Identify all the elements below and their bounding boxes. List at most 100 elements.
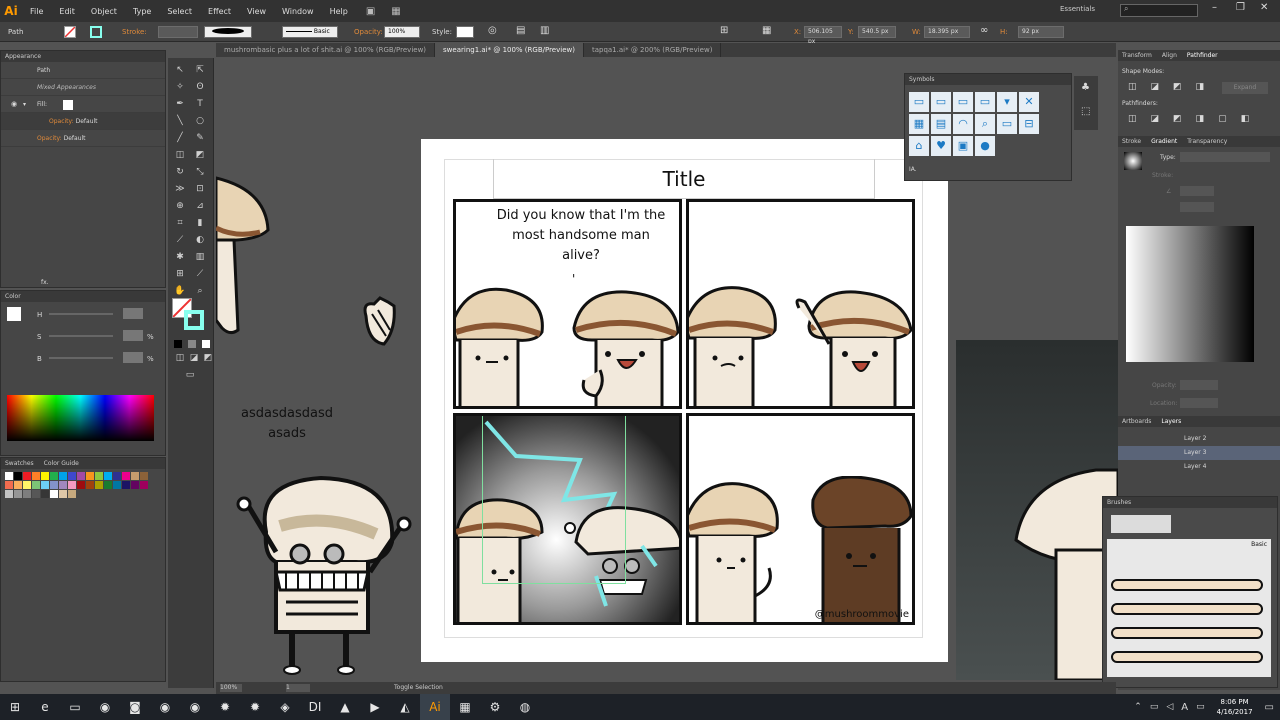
fill-none-swatch[interactable] (62, 99, 73, 110)
object-opacity-row[interactable]: Opacity: Default (1, 130, 165, 147)
swatch[interactable] (113, 472, 121, 480)
banner-symbol-icon[interactable]: ▭ (997, 114, 1017, 134)
unite-icon[interactable]: ◫ (1128, 82, 1137, 92)
magic-wand-tool-icon[interactable]: ✧ (172, 81, 188, 94)
minimize-icon[interactable]: – (1212, 2, 1217, 13)
type-tool-icon[interactable]: T (192, 98, 208, 111)
swatch[interactable] (59, 481, 67, 489)
blend-tool-icon[interactable]: ◐ (192, 234, 208, 247)
menu-window[interactable]: Window (274, 7, 322, 16)
brush-preset-strip[interactable] (1111, 515, 1171, 533)
asset-export-icon[interactable]: ⬚ (1081, 106, 1090, 117)
swatch[interactable] (59, 490, 67, 498)
color-fill-swatch[interactable] (7, 307, 21, 321)
blender-icon[interactable]: ✹ (210, 694, 240, 720)
menu-object[interactable]: Object (83, 7, 125, 16)
link-proportions-icon[interactable]: ∞ (980, 25, 988, 36)
clubs-icon[interactable]: ♣ (1081, 82, 1090, 93)
layer-row-3[interactable]: Layer 3 (1118, 446, 1280, 460)
menu-select[interactable]: Select (159, 7, 200, 16)
merge-icon[interactable]: ◩ (1173, 114, 1182, 124)
pencil-tool-icon[interactable]: ✎ (192, 132, 208, 145)
tab-stroke[interactable]: Stroke (1122, 136, 1141, 147)
exclude-icon[interactable]: ◨ (1196, 82, 1205, 92)
trim-icon[interactable]: ◪ (1151, 114, 1160, 124)
swatch[interactable] (23, 490, 31, 498)
column-graph-tool-icon[interactable]: ▥ (192, 251, 208, 264)
swatches-tab[interactable]: Swatches (5, 458, 34, 469)
close-symbol-icon[interactable]: ✕ (1019, 92, 1039, 112)
swatch[interactable] (14, 472, 22, 480)
swatch[interactable] (50, 481, 58, 489)
y-field[interactable]: 540.5 px (858, 26, 896, 38)
comic-panel-3[interactable] (453, 413, 682, 625)
tray-chevron-icon[interactable]: ⌃ (1134, 702, 1142, 712)
tab-transform[interactable]: Transform (1122, 50, 1152, 61)
comic-credit[interactable]: @mushroommovie (815, 609, 909, 620)
swatch[interactable] (41, 490, 49, 498)
symbols-panel-title[interactable]: Symbols (909, 74, 934, 85)
menu-effect[interactable]: Effect (200, 7, 239, 16)
help-search-input[interactable] (1120, 4, 1198, 17)
clock[interactable]: 8:06 PM 4/16/2017 (1217, 697, 1253, 717)
stroke-swatch[interactable] (90, 26, 102, 38)
swatch[interactable] (50, 490, 58, 498)
selection-bounding-box[interactable] (482, 416, 626, 584)
app-icon-6[interactable]: ◍ (510, 694, 540, 720)
basic-brush-label[interactable]: Basic (1251, 541, 1267, 548)
swatch[interactable] (41, 472, 49, 480)
comic-title[interactable]: Title (493, 159, 875, 199)
appearance-panel-title[interactable]: Appearance (5, 51, 41, 62)
brushes-panel-title[interactable]: Brushes (1107, 497, 1131, 508)
close-icon[interactable]: ✕ (1260, 2, 1268, 13)
magnifier-symbol-icon[interactable]: ⌕ (975, 114, 995, 134)
fill-row[interactable]: ◉ ▾ Fill: (1, 96, 165, 113)
tab-align[interactable]: Align (1162, 50, 1177, 61)
mushroom-symbol-icon[interactable]: ● (975, 136, 995, 156)
calculator-icon[interactable]: ▦ (450, 694, 480, 720)
tab-transparency[interactable]: Transparency (1187, 136, 1227, 147)
app-icon-3[interactable]: DI (300, 694, 330, 720)
mesh-tool-icon[interactable]: ⌗ (172, 217, 188, 230)
swatch[interactable] (77, 472, 85, 480)
variable-width-profile[interactable] (204, 26, 252, 38)
brush-stroke-4[interactable] (1111, 651, 1263, 663)
tab-tapqa1[interactable]: tapqa1.ai* @ 200% (RGB/Preview) (584, 43, 722, 57)
comic-panel-2[interactable] (686, 199, 915, 409)
width-field[interactable]: 18.395 px (924, 26, 970, 38)
slice-tool-icon[interactable]: ⟋ (192, 268, 208, 281)
gradient-angle-field[interactable] (1180, 186, 1214, 196)
workspace-switcher[interactable]: Essentials (1060, 5, 1095, 13)
symbol-sprayer-tool-icon[interactable]: ✱ (172, 251, 188, 264)
swatch[interactable] (5, 472, 13, 480)
swatch[interactable] (95, 481, 103, 489)
notifications-icon[interactable]: ▭ (1265, 702, 1274, 713)
disclosure-triangle-icon[interactable]: ▾ (23, 96, 26, 113)
gradient-opacity-field[interactable] (1180, 380, 1218, 390)
outline-icon[interactable]: ▢ (1218, 114, 1227, 124)
list-symbol-icon[interactable]: ▤ (931, 114, 951, 134)
gradient-type-select[interactable] (1180, 152, 1270, 162)
illustrator-taskbar-icon[interactable]: Ai (420, 694, 450, 720)
layer-row-2[interactable]: Layer 2 (1118, 432, 1280, 446)
zoom-field[interactable]: 100% (220, 684, 242, 692)
network-icon[interactable]: ▭ (1150, 702, 1159, 712)
perspective-grid-tool-icon[interactable]: ⊿ (192, 200, 208, 213)
ellipse-tool-icon[interactable]: ○ (192, 115, 208, 128)
eyedropper-tool-icon[interactable]: ⟋ (172, 234, 188, 247)
swatch[interactable] (77, 481, 85, 489)
fx-button[interactable]: fx. (41, 279, 49, 286)
edge-icon[interactable]: e (30, 694, 60, 720)
swatch[interactable] (122, 481, 130, 489)
comic-panel-1[interactable]: Did you know that I'm the most handsome … (453, 199, 682, 409)
fill-opacity-row[interactable]: Opacity: Default (1, 113, 165, 130)
app-icon-4[interactable]: ▲ (330, 694, 360, 720)
align-icon[interactable]: ▤ (516, 25, 525, 36)
intersect-icon[interactable]: ◩ (1173, 82, 1182, 92)
graphic-style-picker[interactable] (456, 26, 474, 38)
opacity-label[interactable]: Opacity: (354, 28, 383, 36)
color-spectrum[interactable] (7, 395, 154, 441)
pen-tool-icon[interactable]: ✒ (172, 98, 188, 111)
paintbrush-tool-icon[interactable]: ╱ (172, 132, 188, 145)
swatch[interactable] (32, 481, 40, 489)
